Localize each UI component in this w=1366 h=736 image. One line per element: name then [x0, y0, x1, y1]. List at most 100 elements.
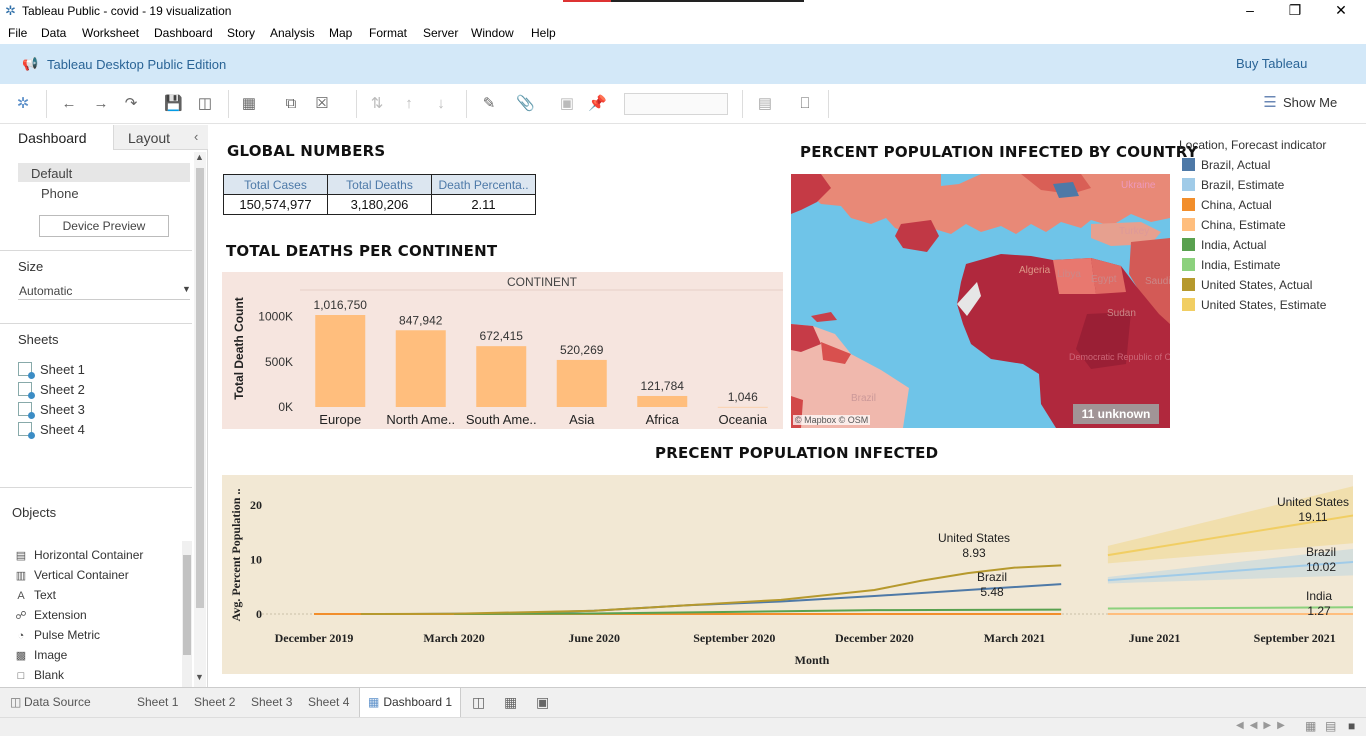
map-label-egypt: Egypt [1091, 274, 1117, 285]
toolbar-separator [466, 90, 467, 118]
tab-sheet-3[interactable]: Sheet 3 [251, 695, 292, 709]
restore-icon[interactable]: ❐ [1285, 2, 1305, 20]
show-me-icon[interactable]: ☰ [1261, 94, 1279, 112]
legend-item[interactable]: India, Actual [1182, 238, 1266, 252]
object-pulse-metric[interactable]: ◔ Pulse Metric [14, 628, 100, 642]
minimize-icon[interactable]: – [1240, 2, 1260, 20]
new-worksheet-icon[interactable]: ▦ [240, 95, 258, 113]
object-extension[interactable]: ☍ Extension [14, 608, 86, 622]
legend-item[interactable]: China, Estimate [1182, 218, 1286, 232]
line-chart-svg: 0 10 20 Avg. Percent Population .. December … [229, 483, 1366, 667]
infection-map[interactable]: Algeria Libya Egypt Saudi Arabia Sudan B… [791, 174, 1170, 428]
legend-item[interactable]: United States, Actual [1182, 278, 1312, 292]
list-view-icon[interactable]: ▤ [1325, 719, 1336, 733]
sheet-item-4[interactable]: Sheet 4 [18, 422, 85, 439]
object-horizontal-container[interactable]: ▤ Horizontal Container [14, 548, 144, 562]
object-image[interactable]: ▩ Image [14, 648, 68, 662]
tab-sheet-2[interactable]: Sheet 2 [194, 695, 235, 709]
bar-chart-y-tick: 500K [265, 355, 293, 369]
map-label-brazil: Brazil [851, 393, 876, 404]
show-labels-icon[interactable]: ▣ [558, 95, 576, 113]
menu-server[interactable]: Server [423, 26, 458, 40]
fit-dropdown[interactable] [624, 93, 728, 115]
legend-item[interactable]: Brazil, Estimate [1182, 178, 1284, 192]
size-dropdown-icon[interactable]: ▼ [182, 284, 191, 294]
menu-dashboard[interactable]: Dashboard [154, 26, 213, 40]
line-chart-x-tick: March 2021 [984, 631, 1045, 645]
navigation-arrows-icon[interactable]: ◀◀▶▶ [1236, 720, 1291, 731]
filmstrip-view-icon[interactable]: ■ [1348, 719, 1355, 733]
device-phone-label[interactable]: Phone [41, 186, 79, 201]
save-icon[interactable]: 💾 [164, 95, 183, 113]
show-cards-icon[interactable]: ▤ [756, 95, 774, 113]
new-worksheet-tab-icon[interactable]: ◫ [472, 694, 485, 711]
duplicate-icon[interactable]: ⧉ [282, 95, 300, 113]
tableau-home-icon[interactable]: ✲ [14, 95, 32, 113]
device-preview-button[interactable]: Device Preview [39, 215, 169, 237]
tab-data-source[interactable]: Data Source [24, 695, 91, 709]
tab-dashboard[interactable]: Dashboard [0, 125, 112, 150]
collapse-panel-icon[interactable]: ‹ [194, 129, 198, 144]
deaths-per-continent-chart[interactable]: CONTINENT Total Death Count 0K 500K 1000K 1,0… [222, 272, 783, 429]
legend-swatch [1182, 298, 1195, 311]
tab-sheet-1[interactable]: Sheet 1 [137, 695, 178, 709]
redo-icon[interactable]: → [92, 95, 110, 113]
toolbar-separator [46, 90, 47, 118]
legend-item[interactable]: India, Estimate [1182, 258, 1280, 272]
menu-map[interactable]: Map [329, 26, 352, 40]
replay-icon[interactable]: ↷ [122, 95, 140, 113]
panel-scrollbar[interactable]: ▲ ▼ [194, 152, 206, 687]
show-me-button[interactable]: Show Me [1283, 95, 1337, 110]
window-title-bar: ✲ Tableau Public - covid - 19 visualizat… [0, 0, 1366, 22]
scrollbar-thumb[interactable] [196, 168, 204, 608]
legend-item[interactable]: China, Actual [1182, 198, 1272, 212]
sheet-item-label: Sheet 1 [40, 362, 85, 377]
undo-icon[interactable]: ← [60, 95, 78, 113]
sheet-item-3[interactable]: Sheet 3 [18, 402, 85, 419]
menu-format[interactable]: Format [369, 26, 407, 40]
menu-window[interactable]: Window [471, 26, 514, 40]
legend-title: Location, Forecast indicator [1179, 138, 1327, 152]
presentation-mode-icon[interactable]: ⎕ [796, 95, 814, 113]
new-data-source-icon[interactable]: ◫ [196, 95, 214, 113]
legend-swatch [1182, 178, 1195, 191]
unknown-badge[interactable]: 11 unknown [1073, 404, 1159, 424]
group-icon[interactable]: 📎 [516, 95, 535, 113]
menu-analysis[interactable]: Analysis [270, 26, 315, 40]
percent-infected-chart[interactable]: 0 10 20 Avg. Percent Population .. December … [222, 475, 1366, 674]
toolbar-separator [356, 90, 357, 118]
legend-item[interactable]: United States, Estimate [1182, 298, 1326, 312]
scrollbar-thumb[interactable] [183, 555, 191, 655]
pin-icon[interactable]: 📌 [588, 95, 607, 113]
legend-item[interactable]: Brazil, Actual [1182, 158, 1270, 172]
menu-story[interactable]: Story [227, 26, 255, 40]
object-blank[interactable]: □ Blank [14, 668, 64, 682]
menu-data[interactable]: Data [41, 26, 66, 40]
object-text[interactable]: A Text [14, 588, 56, 602]
swap-icon[interactable]: ⇅ [368, 95, 386, 113]
menu-help[interactable]: Help [531, 26, 556, 40]
device-default-row[interactable]: Default [18, 163, 190, 182]
tab-dashboard-1[interactable]: ▦ Dashboard 1 [359, 688, 462, 718]
close-icon[interactable]: ✕ [1331, 2, 1351, 20]
menu-worksheet[interactable]: Worksheet [82, 26, 139, 40]
clear-sheet-icon[interactable]: ☒ [313, 95, 331, 113]
bar-category-label: Africa [646, 412, 680, 427]
menu-file[interactable]: File [8, 26, 27, 40]
sort-ascending-icon[interactable]: ↑ [400, 95, 418, 113]
sort-descending-icon[interactable]: ↓ [432, 95, 450, 113]
buy-tableau-link[interactable]: Buy Tableau [1236, 56, 1307, 71]
scroll-up-icon[interactable]: ▲ [195, 152, 204, 162]
sheet-item-1[interactable]: Sheet 1 [18, 362, 85, 379]
scroll-down-icon[interactable]: ▼ [195, 672, 204, 682]
sheet-tab-bar: ◫ Data Source Sheet 1 Sheet 2 Sheet 3 Sh… [0, 687, 1366, 718]
tab-sheet-4[interactable]: Sheet 4 [308, 695, 349, 709]
grid-view-icon[interactable]: ▦ [1305, 719, 1316, 733]
objects-scrollbar[interactable] [182, 541, 192, 687]
new-story-tab-icon[interactable]: ▣ [536, 694, 549, 711]
size-select[interactable]: Automatic [19, 284, 72, 298]
new-dashboard-tab-icon[interactable]: ▦ [504, 694, 517, 711]
object-vertical-container[interactable]: ▥ Vertical Container [14, 568, 129, 582]
highlight-icon[interactable]: ✎ [480, 95, 498, 113]
sheet-item-2[interactable]: Sheet 2 [18, 382, 85, 399]
